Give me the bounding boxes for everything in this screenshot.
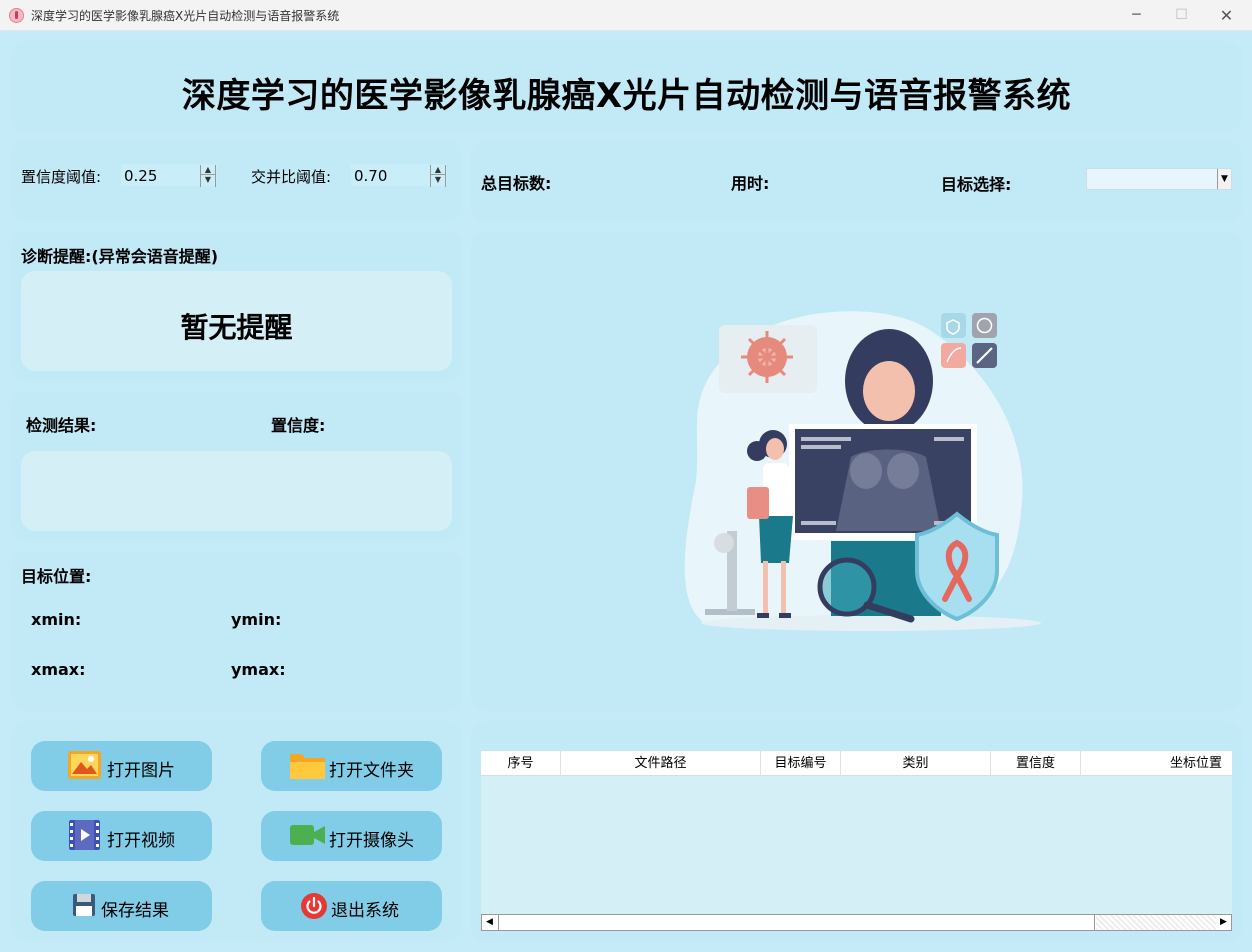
spin-up-icon[interactable]: ▲ — [201, 165, 215, 175]
header-panel: 深度学习的医学影像乳腺癌X光片自动检测与语音报警系统 — [11, 41, 1242, 131]
scroll-left-icon[interactable]: ◀ — [482, 915, 497, 930]
video-camera-icon — [290, 825, 325, 845]
picture-icon — [68, 751, 101, 779]
spin-down-icon[interactable]: ▼ — [431, 175, 445, 185]
column-header-file-path[interactable]: 文件路径 — [561, 751, 761, 776]
exit-system-label: 退出系统 — [331, 901, 399, 921]
folder-icon — [290, 754, 325, 779]
confidence-threshold-spinbox[interactable]: 0.25 ▲ ▼ — [121, 164, 217, 187]
app-icon — [9, 8, 24, 23]
button-panel: 打开图片 打开文件夹 打开视频 打开摄像头 保存结果 退出系统 — [11, 721, 462, 941]
scrollbar-track[interactable] — [1096, 915, 1216, 930]
diagnosis-alert-label: 诊断提醒:(异常会语音提醒) — [21, 247, 219, 266]
alert-text: 暂无提醒 — [180, 311, 293, 344]
xmax-label: xmax: — [31, 660, 86, 679]
open-video-label: 打开视频 — [107, 831, 175, 851]
target-position-panel: 目标位置: xmin: ymin: xmax: ymax: — [11, 551, 462, 711]
confidence-threshold-value: 0.25 — [124, 167, 158, 185]
detection-result-label: 检测结果: — [26, 416, 97, 435]
detection-result-panel: 检测结果: 置信度: — [11, 391, 462, 541]
diagnosis-alert-panel: 诊断提醒:(异常会语音提醒) 暂无提醒 — [11, 231, 462, 381]
chevron-down-icon[interactable]: ▼ — [1217, 169, 1231, 189]
column-header-class[interactable]: 类别 — [841, 751, 991, 776]
scrollbar-thumb[interactable] — [498, 915, 1095, 930]
time-used-label: 用时: — [731, 174, 770, 193]
result-confidence-label: 置信度: — [271, 416, 326, 435]
spin-down-icon[interactable]: ▼ — [201, 175, 215, 185]
window-titlebar: 深度学习的医学影像乳腺癌X光片自动检测与语音报警系统 ─ ☐ ✕ — [0, 0, 1252, 31]
doctor-xray-illustration — [684, 311, 1041, 631]
confidence-threshold-label: 置信度阈值: — [21, 168, 102, 186]
power-icon — [301, 893, 327, 919]
spin-up-icon[interactable]: ▲ — [431, 165, 445, 175]
open-image-button[interactable]: 打开图片 — [31, 741, 212, 791]
iou-threshold-spinbox[interactable]: 0.70 ▲ ▼ — [351, 164, 447, 187]
stats-panel: 总目标数: 用时: 目标选择: ▼ — [471, 141, 1242, 221]
open-folder-label: 打开文件夹 — [329, 761, 414, 781]
horizontal-scrollbar[interactable]: ◀ ▶ — [481, 914, 1232, 931]
maximize-button[interactable]: ☐ — [1159, 0, 1204, 31]
save-results-button[interactable]: 保存结果 — [31, 881, 212, 931]
scroll-right-icon[interactable]: ▶ — [1216, 915, 1231, 930]
results-table-panel: 序号 文件路径 目标编号 类别 置信度 坐标位置 ◀ ▶ — [471, 721, 1242, 941]
open-video-button[interactable]: 打开视频 — [31, 811, 212, 861]
image-display-panel — [471, 231, 1242, 711]
floppy-disk-icon — [73, 894, 95, 916]
xmin-label: xmin: — [31, 610, 82, 629]
iou-threshold-value: 0.70 — [354, 167, 388, 185]
column-header-confidence[interactable]: 置信度 — [991, 751, 1081, 776]
alert-display: 暂无提醒 — [21, 271, 452, 371]
minimize-button[interactable]: ─ — [1114, 0, 1159, 31]
page-title: 深度学习的医学影像乳腺癌X光片自动检测与语音报警系统 — [181, 76, 1072, 116]
open-camera-button[interactable]: 打开摄像头 — [261, 811, 442, 861]
column-header-index[interactable]: 序号 — [481, 751, 561, 776]
save-results-label: 保存结果 — [101, 901, 169, 921]
target-select-label: 目标选择: — [941, 175, 1012, 194]
spin-arrows[interactable]: ▲ ▼ — [200, 165, 216, 187]
results-table[interactable]: 序号 文件路径 目标编号 类别 置信度 坐标位置 ◀ ▶ — [481, 751, 1232, 931]
threshold-panel: 置信度阈值: 0.25 ▲ ▼ 交并比阈值: 0.70 ▲ ▼ — [11, 141, 462, 221]
column-header-coordinates[interactable]: 坐标位置 — [1081, 751, 1232, 776]
close-button[interactable]: ✕ — [1204, 0, 1249, 31]
ymax-label: ymax: — [231, 660, 286, 679]
ymin-label: ymin: — [231, 610, 282, 629]
window-title: 深度学习的医学影像乳腺癌X光片自动检测与语音报警系统 — [31, 9, 340, 23]
iou-threshold-label: 交并比阈值: — [251, 168, 332, 186]
column-header-target-id[interactable]: 目标编号 — [761, 751, 841, 776]
target-position-label: 目标位置: — [21, 567, 92, 586]
target-select-dropdown[interactable]: ▼ — [1086, 168, 1232, 190]
result-display — [21, 451, 452, 531]
total-targets-label: 总目标数: — [481, 174, 552, 193]
table-header: 序号 文件路径 目标编号 类别 置信度 坐标位置 — [481, 751, 1232, 776]
film-icon — [69, 820, 100, 850]
exit-system-button[interactable]: 退出系统 — [261, 881, 442, 931]
open-folder-button[interactable]: 打开文件夹 — [261, 741, 442, 791]
open-image-label: 打开图片 — [107, 761, 175, 781]
spin-arrows[interactable]: ▲ ▼ — [430, 165, 446, 187]
open-camera-label: 打开摄像头 — [329, 831, 414, 851]
